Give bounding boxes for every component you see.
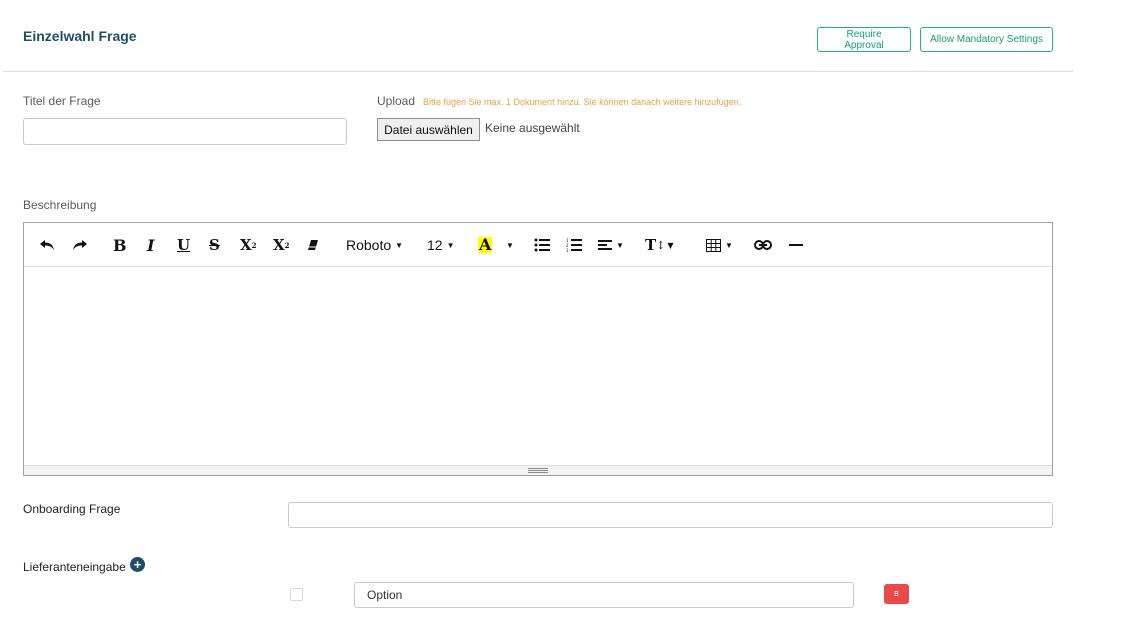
delete-option-button[interactable]: B <box>884 584 909 604</box>
file-status: Keine ausgewählt <box>485 121 580 135</box>
chevron-down-icon[interactable]: ▼ <box>506 235 514 255</box>
eraser-icon[interactable] <box>306 235 320 255</box>
option-checkbox[interactable] <box>290 588 303 601</box>
bold-icon[interactable]: B <box>113 235 127 255</box>
undo-icon[interactable] <box>38 235 56 255</box>
redo-icon[interactable] <box>71 235 89 255</box>
align-icon[interactable]: ▼ <box>598 235 624 255</box>
page-title: Einzelwahl Frage <box>23 28 137 44</box>
onboarding-label: Onboarding Frage <box>23 502 121 516</box>
chevron-down-icon: ▼ <box>616 240 624 250</box>
chevron-down-icon: ▼ <box>446 240 455 250</box>
underline-icon[interactable]: U <box>177 235 190 255</box>
unordered-list-icon[interactable] <box>534 235 550 255</box>
header-divider <box>3 71 1073 72</box>
question-title-input[interactable] <box>23 118 347 145</box>
allow-mandatory-settings-button[interactable]: Allow Mandatory Settings <box>920 27 1053 52</box>
editor-toolbar: B I U S X2 X2 Roboto ▼ 12 ▼ A ▼ 123 ▼ T … <box>24 223 1052 267</box>
upload-label: Upload <box>377 94 416 108</box>
line-height-icon[interactable]: T ↕ ▼ <box>645 235 674 255</box>
superscript-icon[interactable]: X2 <box>240 235 257 255</box>
font-color-icon[interactable]: A <box>478 235 493 255</box>
description-label: Beschreibung <box>23 198 97 212</box>
onboarding-input[interactable] <box>288 502 1053 528</box>
question-title-label: Titel der Frage <box>23 94 101 108</box>
chevron-down-icon: ▼ <box>395 240 404 250</box>
file-choose-button[interactable]: Datei auswählen <box>377 118 480 141</box>
ordered-list-icon[interactable]: 123 <box>566 235 582 255</box>
option-input[interactable] <box>354 582 854 608</box>
table-icon[interactable]: ▼ <box>706 235 733 255</box>
horizontal-rule-icon[interactable] <box>789 235 803 255</box>
editor-resize-handle[interactable] <box>24 465 1052 475</box>
font-size-value: 12 <box>427 237 443 253</box>
chevron-down-icon: ▼ <box>667 240 674 250</box>
subscript-icon[interactable]: X2 <box>273 235 290 255</box>
italic-icon[interactable]: I <box>147 235 154 255</box>
chevron-down-icon: ▼ <box>725 240 733 250</box>
require-approval-button[interactable]: Require Approval <box>817 27 911 52</box>
add-option-icon[interactable]: + <box>130 557 145 572</box>
strikethrough-icon[interactable]: S <box>209 235 220 255</box>
svg-text:3: 3 <box>566 248 569 252</box>
link-icon[interactable] <box>754 235 772 255</box>
rich-text-editor: B I U S X2 X2 Roboto ▼ 12 ▼ A ▼ 123 ▼ T … <box>23 222 1053 476</box>
supplier-input-label: Lieferanteneingabe <box>23 560 126 574</box>
editor-content-area[interactable] <box>24 267 1052 466</box>
font-family-value: Roboto <box>346 237 392 253</box>
font-family-select[interactable]: Roboto ▼ <box>346 235 403 255</box>
font-size-select[interactable]: 12 ▼ <box>427 235 455 255</box>
upload-hint: Bitte fügen Sie max. 1 Dokument hinzu. S… <box>423 97 742 107</box>
